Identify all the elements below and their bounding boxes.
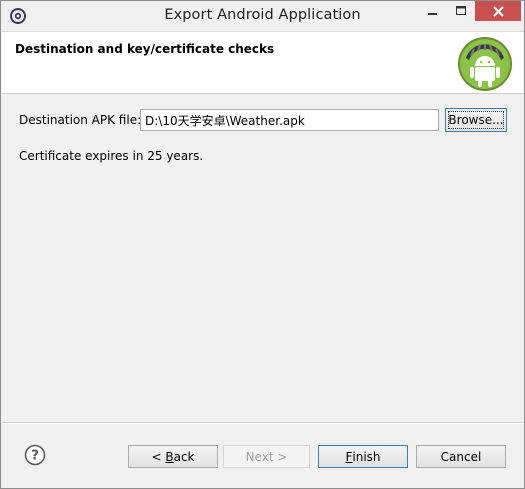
finish-mnemonic: F xyxy=(345,449,353,464)
close-button[interactable] xyxy=(475,1,521,21)
destination-label: Destination APK file: xyxy=(19,113,142,127)
next-button[interactable]: Next > xyxy=(223,445,310,468)
back-mnemonic: B xyxy=(165,449,174,464)
android-robot-icon xyxy=(458,37,512,91)
page-title: Destination and key/certificate checks xyxy=(15,42,275,56)
finish-button[interactable]: Finish xyxy=(318,445,408,468)
footer-divider-highlight xyxy=(2,423,523,424)
close-icon xyxy=(492,5,504,17)
svg-text:?: ? xyxy=(31,449,39,464)
maximize-button[interactable] xyxy=(447,1,474,21)
minimize-icon xyxy=(427,13,437,15)
cancel-button[interactable]: Cancel xyxy=(416,445,506,468)
destination-apk-input[interactable] xyxy=(140,109,439,131)
title-bar[interactable]: Export Android Application xyxy=(1,1,524,32)
minimize-button[interactable] xyxy=(419,1,446,21)
back-prefix: < xyxy=(151,449,166,464)
finish-label-rest: inish xyxy=(352,449,381,464)
help-icon[interactable]: ? xyxy=(24,444,46,466)
back-button[interactable]: < Back xyxy=(128,445,218,468)
wizard-header: Destination and key/certificate checks xyxy=(2,32,523,94)
maximize-icon xyxy=(455,6,466,15)
export-dialog: Export Android Application Destination a… xyxy=(0,0,525,489)
back-label-rest: ack xyxy=(173,449,195,464)
certificate-status: Certificate expires in 25 years. xyxy=(19,149,204,163)
browse-button[interactable]: Browse... xyxy=(445,108,507,132)
